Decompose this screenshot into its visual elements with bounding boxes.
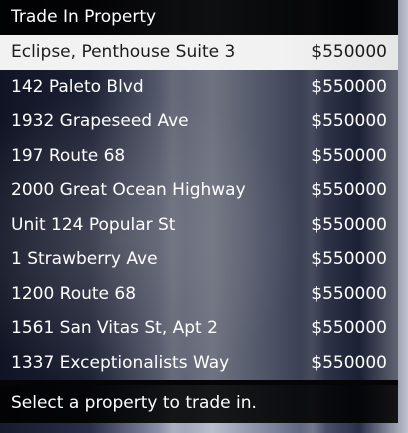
menu-hint-text: Select a property to trade in.: [11, 393, 257, 413]
property-price: $550000: [311, 180, 387, 200]
property-item[interactable]: Unit 124 Popular St $550000: [0, 208, 398, 243]
property-name: 1337 Exceptionalists Way: [11, 352, 230, 373]
property-item-selected[interactable]: Eclipse, Penthouse Suite 3 $550000: [0, 35, 398, 70]
trade-in-property-menu: Trade In Property Eclipse, Penthouse Sui…: [0, 0, 398, 433]
menu-title: Trade In Property: [11, 7, 157, 27]
property-name: 1200 Route 68: [11, 283, 137, 304]
property-item[interactable]: 142 Paleto Blvd $550000: [0, 70, 398, 105]
menu-header: Trade In Property: [0, 0, 398, 35]
property-name: 142 Paleto Blvd: [11, 76, 144, 97]
property-name: 197 Route 68: [11, 145, 126, 166]
property-item[interactable]: 197 Route 68 $550000: [0, 139, 398, 174]
property-price: $550000: [311, 76, 387, 97]
property-price: $550000: [311, 145, 387, 166]
property-name: 1932 Grapeseed Ave: [11, 111, 189, 131]
menu-footer: Select a property to trade in.: [0, 385, 398, 423]
property-price: $550000: [311, 352, 387, 373]
property-list: Eclipse, Penthouse Suite 3 $550000 142 P…: [0, 35, 398, 380]
property-item[interactable]: 1561 San Vitas St, Apt 2 $550000: [0, 311, 398, 346]
property-name: 1561 San Vitas St, Apt 2: [11, 318, 218, 338]
property-price: $550000: [311, 249, 387, 269]
property-name: Eclipse, Penthouse Suite 3: [11, 42, 236, 62]
property-price: $550000: [311, 214, 387, 235]
property-name: 1 Strawberry Ave: [11, 249, 158, 269]
property-item[interactable]: 2000 Great Ocean Highway $550000: [0, 173, 398, 208]
property-price: $550000: [311, 283, 387, 304]
property-item[interactable]: 1337 Exceptionalists Way $550000: [0, 346, 398, 381]
property-price: $550000: [311, 42, 387, 62]
property-name: 2000 Great Ocean Highway: [11, 180, 246, 200]
property-item[interactable]: 1932 Grapeseed Ave $550000: [0, 104, 398, 139]
property-price: $550000: [311, 318, 387, 338]
property-name: Unit 124 Popular St: [11, 214, 176, 235]
game-scene-background: Trade In Property Eclipse, Penthouse Sui…: [0, 0, 408, 433]
property-item[interactable]: 1 Strawberry Ave $550000: [0, 242, 398, 277]
property-price: $550000: [311, 111, 387, 131]
property-item[interactable]: 1200 Route 68 $550000: [0, 277, 398, 312]
